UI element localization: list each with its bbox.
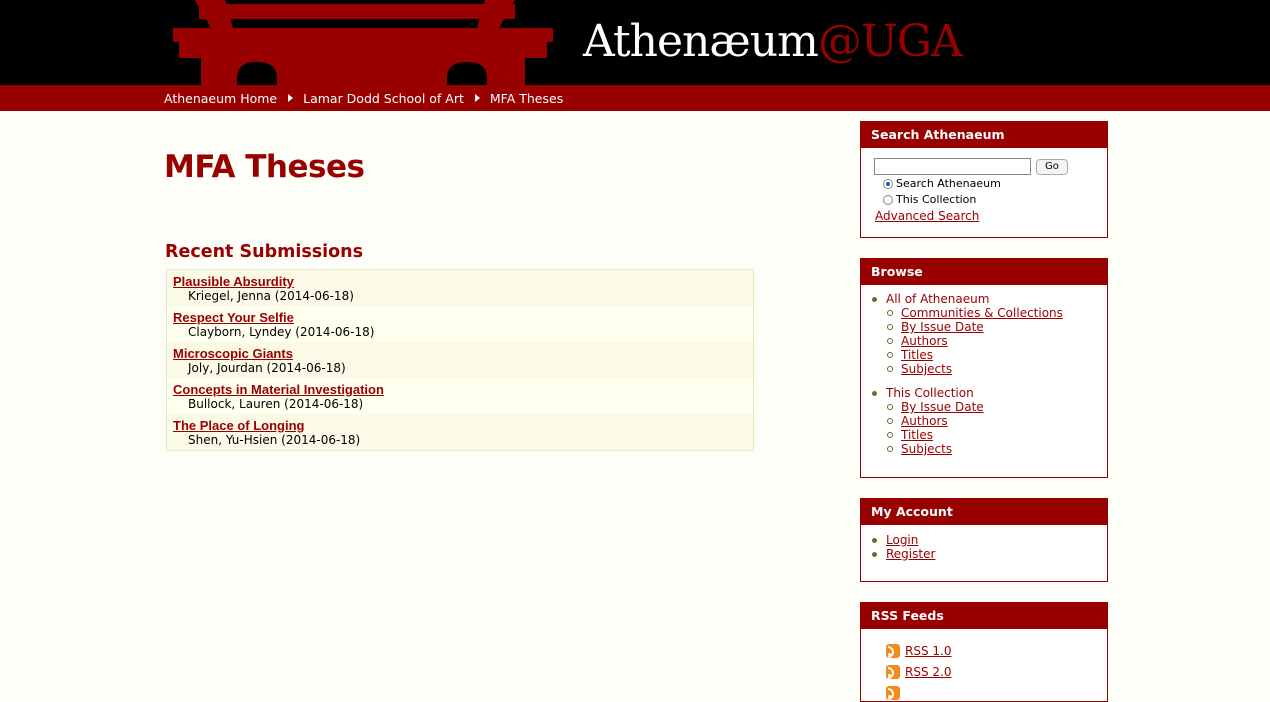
- browse-subjects-link[interactable]: Subjects: [901, 362, 952, 376]
- bullet-icon: [872, 391, 877, 396]
- account-box: My Account Login Register: [860, 498, 1108, 582]
- browse-link-item: Subjects: [886, 362, 1107, 376]
- browse-link-item: By Issue Date: [886, 320, 1107, 334]
- list-item: Plausible Absurdity Kriegel, Jenna (2014…: [167, 270, 753, 306]
- collection-issue-date-link[interactable]: By Issue Date: [901, 400, 984, 414]
- rss-item: RSS 2.0: [886, 665, 951, 679]
- scope-all-label: Search Athenaeum: [896, 177, 1001, 190]
- browse-link-item: Authors: [886, 414, 1107, 428]
- list-item: Concepts in Material Investigation Bullo…: [167, 378, 753, 414]
- browse-all-list: Communities & Collections By Issue Date …: [886, 306, 1107, 376]
- site-header: Athenæum@UGA: [0, 0, 1270, 85]
- bullet-icon: [872, 552, 877, 557]
- list-item: The Place of Longing Shen, Yu-Hsien (201…: [167, 414, 753, 450]
- rss-box-heading: RSS Feeds: [861, 603, 1107, 629]
- page-title: MFA Theses: [164, 149, 365, 185]
- rss-box: RSS Feeds RSS 1.0 RSS 2.0: [860, 602, 1108, 702]
- login-link[interactable]: Login: [886, 533, 918, 547]
- breadcrumb: Athenaeum Home Lamar Dodd School of Art …: [164, 85, 563, 111]
- collection-authors-link[interactable]: Authors: [901, 414, 948, 428]
- browse-link-item: By Issue Date: [886, 400, 1107, 414]
- browse-collection-label: This Collection: [886, 386, 974, 400]
- circle-bullet-icon: [887, 310, 893, 316]
- browse-authors-link[interactable]: Authors: [901, 334, 948, 348]
- rss1-link[interactable]: RSS 1.0: [905, 644, 951, 658]
- browse-box: Browse All of Athenaeum Communities & Co…: [860, 258, 1108, 478]
- search-box-heading: Search Athenaeum: [861, 122, 1107, 148]
- rss-feed-icon[interactable]: [886, 665, 900, 679]
- circle-bullet-icon: [887, 404, 893, 410]
- browse-all-label: All of Athenaeum: [886, 292, 990, 306]
- search-box: Search Athenaeum Go Search Athenaeum Thi…: [860, 121, 1108, 238]
- site-title[interactable]: Athenæum@UGA: [583, 16, 963, 68]
- submission-title-link[interactable]: Microscopic Giants: [173, 346, 753, 361]
- scope-collection-option[interactable]: This Collection: [883, 193, 976, 206]
- list-item: Respect Your Selfie Clayborn, Lyndey (20…: [167, 306, 753, 342]
- advanced-search-link[interactable]: Advanced Search: [875, 209, 979, 223]
- browse-link-item: Authors: [886, 334, 1107, 348]
- breadcrumb-arrow-icon: [288, 94, 294, 102]
- register-link[interactable]: Register: [886, 547, 935, 561]
- browse-link-item: Communities & Collections: [886, 306, 1107, 320]
- browse-link-item: Titles: [886, 348, 1107, 362]
- circle-bullet-icon: [887, 418, 893, 424]
- arch-columns-logo-icon[interactable]: [165, 0, 560, 85]
- account-box-heading: My Account: [861, 499, 1107, 525]
- circle-bullet-icon: [887, 324, 893, 330]
- search-form: Go: [874, 158, 1068, 175]
- breadcrumb-arrow-icon: [474, 94, 480, 102]
- submission-title-link[interactable]: Concepts in Material Investigation: [173, 382, 753, 397]
- breadcrumb-bar: Athenaeum Home Lamar Dodd School of Art …: [0, 85, 1270, 111]
- browse-collection-list: By Issue Date Authors Titles Subjects: [886, 400, 1107, 456]
- submission-title-link[interactable]: The Place of Longing: [173, 418, 753, 433]
- circle-bullet-icon: [887, 446, 893, 452]
- radio-unselected-icon[interactable]: [883, 194, 893, 205]
- circle-bullet-icon: [887, 352, 893, 358]
- browse-communities-link[interactable]: Communities & Collections: [901, 306, 1063, 320]
- circle-bullet-icon: [887, 366, 893, 372]
- recent-submissions-list: Plausible Absurdity Kriegel, Jenna (2014…: [166, 269, 754, 451]
- search-input[interactable]: [874, 158, 1031, 175]
- browse-link-item: Titles: [886, 428, 1107, 442]
- breadcrumb-school-link[interactable]: Lamar Dodd School of Art: [303, 91, 464, 106]
- browse-box-heading: Browse: [861, 259, 1107, 285]
- submission-title-link[interactable]: Plausible Absurdity: [173, 274, 753, 289]
- rss-item: RSS 1.0: [886, 644, 951, 658]
- breadcrumb-current[interactable]: MFA Theses: [490, 91, 563, 106]
- browse-link-item: Subjects: [886, 442, 1107, 456]
- site-title-suffix: @UGA: [817, 16, 963, 67]
- collection-subjects-link[interactable]: Subjects: [901, 442, 952, 456]
- submission-meta: Joly, Jourdan (2014-06-18): [188, 361, 346, 375]
- scope-all-option[interactable]: Search Athenaeum: [883, 177, 1001, 190]
- go-button[interactable]: Go: [1036, 158, 1068, 175]
- collection-titles-link[interactable]: Titles: [901, 428, 933, 442]
- account-item: Login: [861, 533, 1107, 547]
- radio-selected-icon[interactable]: [883, 178, 893, 189]
- bullet-icon: [872, 297, 877, 302]
- browse-titles-link[interactable]: Titles: [901, 348, 933, 362]
- submission-meta: Clayborn, Lyndey (2014-06-18): [188, 325, 375, 339]
- circle-bullet-icon: [887, 432, 893, 438]
- submission-meta: Bullock, Lauren (2014-06-18): [188, 397, 364, 411]
- recent-submissions-heading: Recent Submissions: [165, 242, 364, 262]
- scope-collection-label: This Collection: [896, 193, 977, 206]
- rss-feed-icon[interactable]: [886, 644, 900, 658]
- browse-issue-date-link[interactable]: By Issue Date: [901, 320, 984, 334]
- browse-all-group: All of Athenaeum Communities & Collectio…: [861, 292, 1107, 376]
- rss-item: [886, 686, 905, 700]
- rss-feed-icon[interactable]: [886, 686, 900, 700]
- site-title-main: Athenæum: [583, 16, 819, 67]
- browse-tree: All of Athenaeum Communities & Collectio…: [861, 292, 1107, 456]
- account-list: Login Register: [861, 533, 1107, 561]
- bullet-icon: [872, 538, 877, 543]
- submission-title-link[interactable]: Respect Your Selfie: [173, 310, 753, 325]
- list-item: Microscopic Giants Joly, Jourdan (2014-0…: [167, 342, 753, 378]
- circle-bullet-icon: [887, 338, 893, 344]
- submission-meta: Shen, Yu-Hsien (2014-06-18): [188, 433, 361, 447]
- rss2-link[interactable]: RSS 2.0: [905, 665, 951, 679]
- account-item: Register: [861, 547, 1107, 561]
- breadcrumb-home-link[interactable]: Athenaeum Home: [164, 91, 277, 106]
- browse-collection-group: This Collection By Issue Date Authors Ti…: [861, 386, 1107, 456]
- submission-meta: Kriegel, Jenna (2014-06-18): [188, 289, 354, 303]
